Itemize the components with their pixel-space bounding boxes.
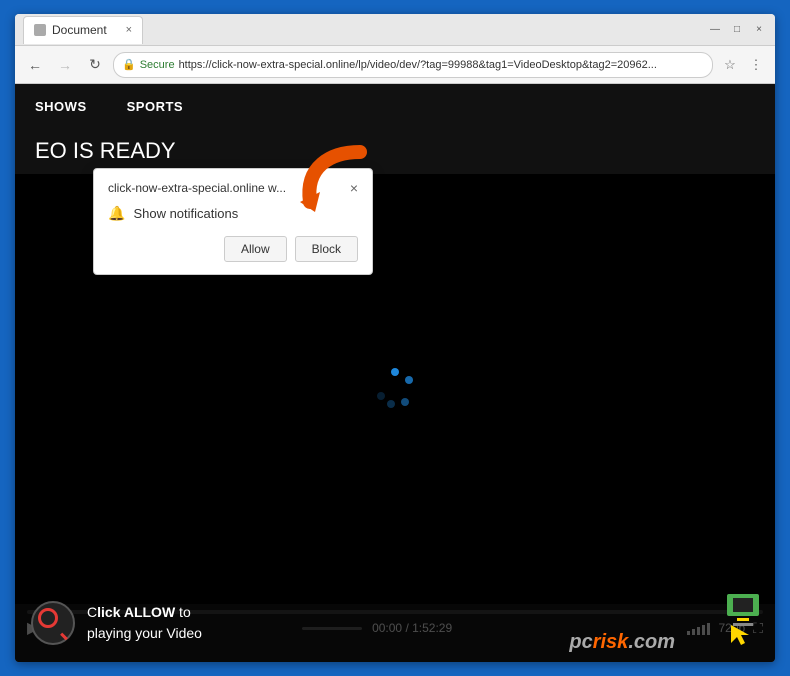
video-title: EO IS READY [35, 138, 176, 163]
magnifier-dot [38, 608, 58, 628]
pcrisk-risk: risk [593, 631, 629, 653]
url-field[interactable]: 🔒 Secure https://click-now-extra-special… [113, 52, 713, 78]
bottom-overlay: Click ALLOW to playing your Video pcrisk… [15, 584, 775, 662]
tab-favicon [34, 24, 46, 36]
loading-spinner [375, 368, 415, 408]
spinner-dot-5 [377, 392, 385, 400]
close-btn[interactable]: × [751, 22, 767, 38]
spinner-dot-1 [391, 368, 399, 376]
popup-buttons: Allow Block [108, 236, 358, 262]
spinner-dot-3 [401, 398, 409, 406]
forward-btn[interactable]: → [53, 53, 77, 77]
url-text: https://click-now-extra-special.online/l… [179, 59, 657, 71]
nav-shows[interactable]: SHOWS [35, 99, 87, 114]
minimize-btn[interactable]: — [707, 22, 723, 38]
browser-window: Document × — □ × ← → ↻ 🔒 Secure https://… [15, 14, 775, 662]
secure-icon: 🔒 [122, 58, 136, 71]
magnifier-icon [31, 601, 75, 645]
pcrisk-logo: pcrisk.com [569, 631, 675, 654]
overlay-text: Click ALLOW to playing your Video [87, 602, 202, 644]
bell-icon: 🔔 [108, 205, 125, 222]
allow-button[interactable]: Allow [224, 236, 287, 262]
back-btn[interactable]: ← [23, 53, 47, 77]
tab-close-btn[interactable]: × [126, 24, 132, 36]
click-suffix: to [175, 604, 191, 620]
secure-label: Secure [140, 59, 175, 71]
maximize-btn[interactable]: □ [729, 22, 745, 38]
pcrisk-pc: pc [569, 631, 592, 653]
allow-highlight: lick ALLOW [97, 604, 175, 620]
overlay-line1: Click ALLOW to [87, 602, 202, 623]
address-bar: ← → ↻ 🔒 Secure https://click-now-extra-s… [15, 46, 775, 84]
page-content: SHOWS SPORTS EO IS READY ▶ � [15, 84, 775, 662]
browser-tab[interactable]: Document × [23, 16, 143, 44]
reload-btn[interactable]: ↻ [83, 53, 107, 77]
block-button[interactable]: Block [295, 236, 358, 262]
spinner-dot-2 [405, 376, 413, 384]
magnifier-handle [60, 633, 68, 641]
site-header: SHOWS SPORTS [15, 84, 775, 128]
title-bar: Document × — □ × [15, 14, 775, 46]
tab-title: Document [52, 23, 107, 37]
menu-icon[interactable]: ⋮ [745, 54, 767, 76]
click-prefix: C [87, 604, 97, 620]
popup-notification-label: Show notifications [133, 206, 238, 221]
overlay-line2: playing your Video [87, 623, 202, 644]
address-actions: ☆ ⋮ [719, 54, 767, 76]
nav-sports[interactable]: SPORTS [127, 99, 183, 114]
hand-cursor-icon [727, 621, 755, 654]
popup-site-name: click-now-extra-special.online w... [108, 181, 286, 195]
spinner-dot-4 [387, 400, 395, 408]
pcrisk-dotcom: .com [628, 631, 675, 653]
orange-arrow [295, 142, 375, 222]
window-controls: — □ × [707, 22, 767, 38]
bookmark-icon[interactable]: ☆ [719, 54, 741, 76]
